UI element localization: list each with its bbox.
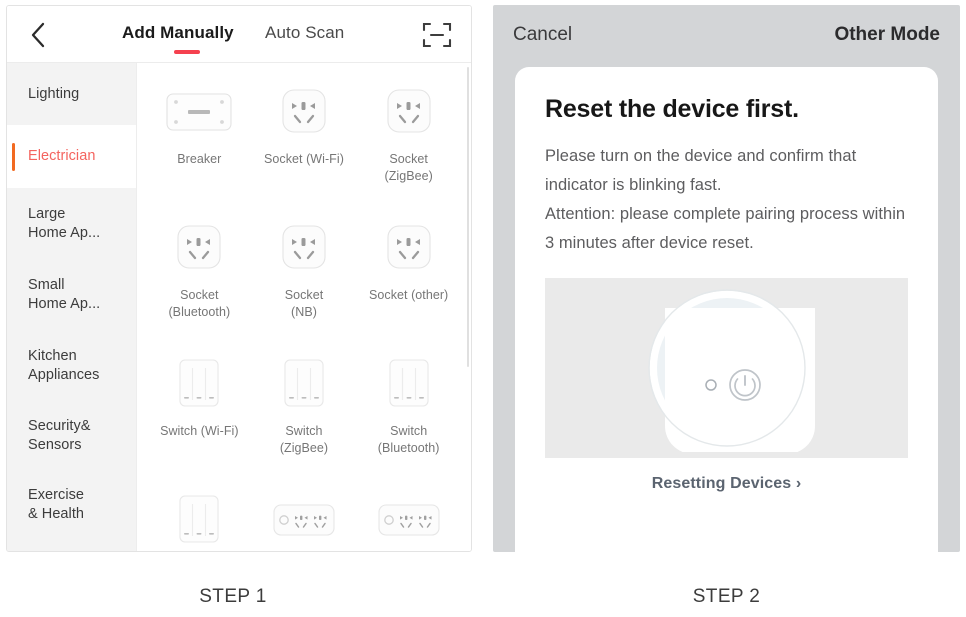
device-label: Socket (other) — [369, 288, 449, 302]
sidebar-item-label: Security& Sensors — [28, 417, 91, 453]
device-label: Socket (NB) — [284, 288, 324, 319]
socket-icon — [383, 81, 435, 143]
sidebar-item-label: Exercise & Health — [28, 486, 85, 522]
scan-frame-icon — [422, 22, 452, 48]
socket-icon — [383, 217, 435, 279]
sidebar-item-label: Small Home Ap... — [28, 277, 101, 312]
grid-scrollbar[interactable] — [467, 67, 469, 367]
sidebar-item-electrician[interactable]: Electrician — [7, 125, 136, 188]
step1-body: Lighting Electrician Large Home Ap... Sm… — [7, 63, 471, 551]
sidebar-item-label: Lighting — [28, 85, 80, 102]
step1-caption: STEP 1 — [199, 586, 267, 607]
device-illustration — [545, 278, 908, 458]
socket-icon — [278, 81, 330, 143]
reset-paragraph-2: Attention: please complete pairing proce… — [545, 205, 906, 252]
sidebar-item-large-home-appliances[interactable]: Large Home Ap... — [7, 188, 136, 260]
sidebar-item-label: Large Home Ap... — [28, 206, 101, 241]
sidebar-item-label: Electrician — [28, 148, 96, 164]
device-item-socket-nb[interactable]: Socket (NB) — [252, 205, 357, 341]
device-item-socket-wifi[interactable]: Socket (Wi-Fi) — [252, 69, 357, 205]
back-button[interactable] — [21, 18, 55, 52]
device-label: Socket (Bluetooth) — [168, 288, 231, 319]
device-item-switch-other[interactable]: Switch(other) — [147, 477, 252, 551]
step2-panel: Cancel Other Mode Reset the device first… — [493, 5, 960, 552]
switch-icon — [277, 353, 331, 415]
socket-icon — [278, 217, 330, 279]
sidebar-item-kitchen-appliances[interactable]: Kitchen Appliances — [7, 330, 136, 401]
device-label: Socket (Wi-Fi) — [264, 152, 344, 166]
switch-icon — [382, 353, 436, 415]
active-indicator-bar — [12, 142, 15, 171]
step2-topbar: Cancel Other Mode — [493, 5, 960, 67]
device-item-switch-zigbee[interactable]: Switch (ZigBee) — [252, 341, 357, 477]
tab-auto-scan[interactable]: Auto Scan — [265, 23, 344, 43]
category-sidebar[interactable]: Lighting Electrician Large Home Ap... Sm… — [7, 63, 137, 551]
breaker-icon — [164, 81, 234, 143]
device-label: Breaker — [177, 152, 222, 166]
device-label: Switch (ZigBee) — [279, 424, 329, 455]
sidebar-item-label: Kitchen Appliances — [28, 347, 100, 383]
device-label: Socket (ZigBee) — [384, 152, 433, 183]
sidebar-item-small-home-appliances[interactable]: Small Home Ap... — [7, 260, 136, 330]
switch-icon — [172, 489, 226, 551]
device-grid: Breaker Socket (Wi-Fi) Socket (ZigBee) S… — [137, 63, 471, 551]
device-label: Switch (Wi-Fi) — [160, 424, 239, 438]
device-grid-container: Breaker Socket (Wi-Fi) Socket (ZigBee) S… — [137, 63, 471, 551]
cancel-button[interactable]: Cancel — [513, 24, 572, 46]
step1-panel: Add Manually Auto Scan Lighting Electric… — [6, 5, 472, 552]
tab-active-underline — [174, 50, 200, 54]
scan-button[interactable] — [421, 20, 453, 50]
other-mode-button[interactable]: Other Mode — [834, 24, 940, 46]
socket-icon — [173, 217, 225, 279]
device-item-breaker[interactable]: Breaker — [147, 69, 252, 205]
device-item-socket-zigbee[interactable]: Socket (ZigBee) — [356, 69, 461, 205]
sidebar-item-exercise-health[interactable]: Exercise & Health — [7, 470, 136, 539]
switch-icon — [172, 353, 226, 415]
device-item-power-strip-wifi[interactable]: Power Strip(Wi- — [252, 477, 357, 551]
chevron-left-icon — [31, 22, 44, 48]
device-item-switch-wifi[interactable]: Switch (Wi-Fi) — [147, 341, 252, 477]
device-power-button-illustration — [647, 289, 815, 452]
device-item-socket-other[interactable]: Socket (other) — [356, 205, 461, 341]
reset-title: Reset the device first. — [545, 95, 799, 123]
power-strip-icon — [375, 489, 443, 551]
sidebar-item-security-sensors[interactable]: Security& Sensors — [7, 401, 136, 470]
step2-caption: STEP 2 — [692, 586, 761, 607]
reset-paragraph-1: Please turn on the device and confirm th… — [545, 147, 857, 194]
device-item-switch-bluetooth[interactable]: Switch (Bluetooth) — [356, 341, 461, 477]
reset-instruction-card: Reset the device first. Please turn on t… — [515, 67, 938, 552]
device-label: Switch (Bluetooth) — [377, 424, 440, 455]
resetting-devices-link[interactable]: Resetting Devices › — [545, 475, 908, 493]
tab-add-manually[interactable]: Add Manually — [122, 23, 234, 43]
device-item-power-strip[interactable]: Power Strip — [356, 477, 461, 551]
power-strip-icon — [270, 489, 338, 551]
sidebar-item-lighting[interactable]: Lighting — [7, 63, 136, 125]
step1-header: Add Manually Auto Scan — [7, 6, 471, 63]
device-item-socket-bluetooth[interactable]: Socket (Bluetooth) — [147, 205, 252, 341]
